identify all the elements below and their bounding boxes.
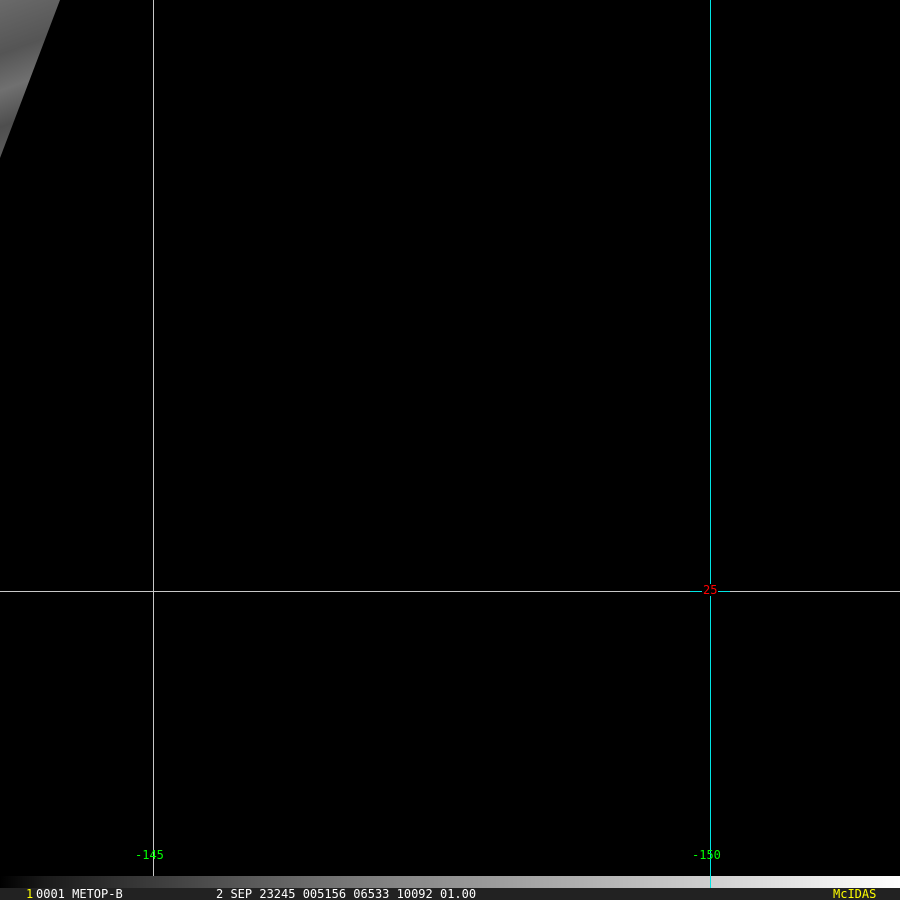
meridian-145: [153, 0, 154, 888]
lon-label-145: -145: [135, 848, 164, 862]
frame-number: 1: [26, 887, 34, 900]
satellite-swath: [0, 0, 60, 158]
satellite-info: 0001 METOP-B: [36, 887, 123, 900]
lon-label-150: -150: [692, 848, 721, 862]
parallel-25: [0, 591, 900, 592]
image-datetime: 2 SEP 23245 005156 06533 10092 01.00: [216, 887, 477, 900]
status-bar: 1 0001 METOP-B 2 SEP 23245 005156 06533 10…: [0, 888, 900, 900]
lat-label-25: 25: [702, 583, 719, 597]
satellite-image-view: -145 -150 25 1 0001 METOP-B 2 SEP 23245 00…: [0, 0, 900, 900]
mcidas-brand: McIDAS: [833, 887, 877, 900]
meridian-150: [710, 0, 711, 888]
